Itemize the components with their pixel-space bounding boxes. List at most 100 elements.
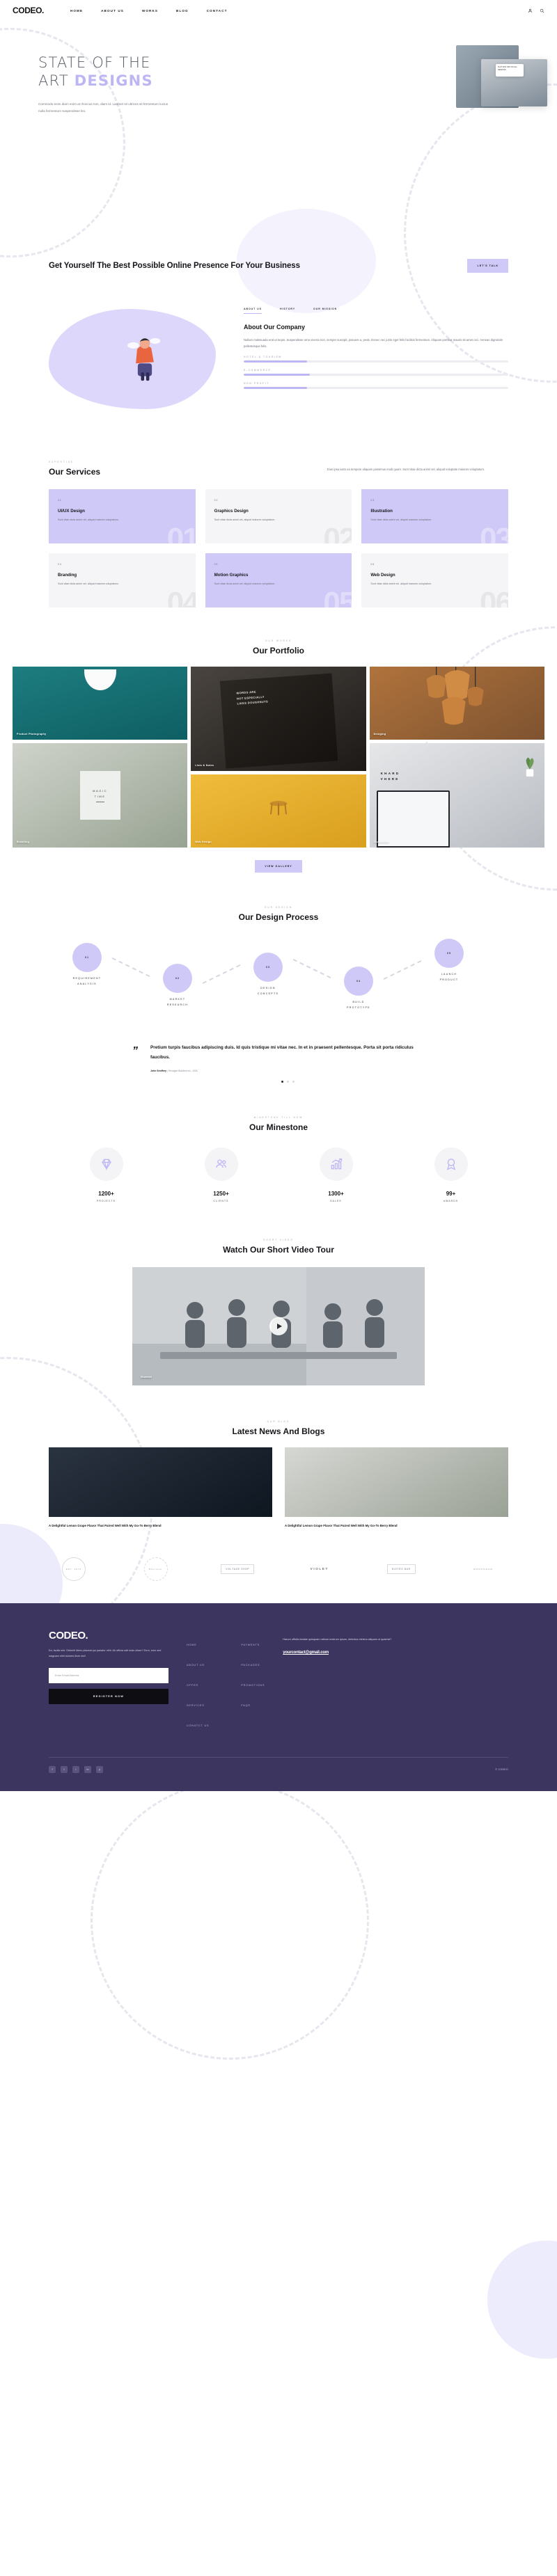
testimonial-author: John Geoffrey <box>150 1070 166 1073</box>
footer-link-about-us[interactable]: ABOUT US <box>187 1664 205 1667</box>
nav-item-contact[interactable]: CONTACT <box>207 9 228 13</box>
milestone-label: AWARDS <box>443 1200 459 1203</box>
carousel-dot-1[interactable] <box>281 1081 283 1083</box>
skill-hotel-tourism: HOTEL & TOURISM <box>244 356 508 363</box>
footer-logo[interactable]: CODEO. <box>49 1630 168 1641</box>
portfolio-title: Our Portfolio <box>253 646 304 655</box>
tab-about-us[interactable]: ABOUT US <box>244 308 262 314</box>
lets-talk-button[interactable]: LET'S TALK <box>467 259 508 273</box>
twitter-icon[interactable]: t <box>61 1765 68 1773</box>
milestone-section: MINESTONE TILL NOW Our Minestone 1200+ P… <box>0 1101 557 1223</box>
pendant-lamps-icon <box>426 667 484 725</box>
stool-shape-icon <box>269 801 288 816</box>
search-icon[interactable] <box>540 4 544 17</box>
portfolio-item-web-design[interactable]: Web Design <box>191 774 366 848</box>
footer-link-home[interactable]: HOME <box>187 1644 197 1646</box>
portfolio-item-label: Desiging <box>373 733 386 736</box>
footer-link-promotions[interactable]: PROMOTIONS <box>241 1684 265 1687</box>
service-ghost-number: 03 <box>480 522 508 544</box>
footer-link-packages[interactable]: PACKAGES <box>241 1664 260 1667</box>
footer-link-payments[interactable]: PAYMENTS <box>241 1644 260 1646</box>
nav-item-about-us[interactable]: ABOUT US <box>101 9 124 13</box>
service-ghost-number: 06 <box>480 586 508 608</box>
process-step-2[interactable]: 02 MARKET RESEARCH <box>163 964 192 1008</box>
nav-item-blog[interactable]: BLOG <box>176 9 189 13</box>
footer-link-services[interactable]: SERVICES <box>187 1704 205 1707</box>
process-step-label: LAUNCH PRODUCT <box>439 973 459 981</box>
bistro-bar-logo-icon: BISTRO BAR <box>387 1564 416 1574</box>
blog-post-title: A Delightful Lemon Grape Flavor That Pai… <box>49 1524 162 1528</box>
carousel-dot-3[interactable] <box>292 1081 295 1083</box>
instagram-icon[interactable]: i <box>72 1765 79 1773</box>
page-root: CODEO. HOME ABOUT US WORKS BLOG CONTACT … <box>0 0 557 2359</box>
tab-our-mission[interactable]: OUR MISSION <box>313 308 337 314</box>
service-number: 04 <box>58 563 62 566</box>
view-gallery-button[interactable]: VIEW GALLERY <box>255 860 302 873</box>
skill-progress-bar <box>244 360 508 363</box>
service-card-motion-graphics[interactable]: 05 Motion Graphics Sunt vitae dicta anim… <box>205 553 352 607</box>
process-step-3[interactable]: 03 DESIGN CONCEPTS <box>253 953 283 996</box>
plant-shape-icon <box>526 757 534 777</box>
service-name: Web Design <box>370 573 395 578</box>
service-number: 03 <box>370 499 375 502</box>
footer-link-faqs[interactable]: FAQS <box>241 1704 250 1707</box>
service-card-web-design[interactable]: 06 Web Design Sunt vitae dicta animi vel… <box>361 553 508 607</box>
process-step-1[interactable]: 01 REQUIREMENT ANALYSIS <box>72 943 102 987</box>
portfolio-grid: Product Photography MAGIC TIME Branding W… <box>0 667 557 848</box>
carousel-dot-2[interactable] <box>286 1081 289 1083</box>
about-content: ABOUT US HISTORY OUR MISSION About Our C… <box>244 303 508 390</box>
service-text: Sunt vitae dicta animi vel, aliquid maio… <box>214 518 276 521</box>
services-grid: 01 UI/UX Design Sunt vitae dicta animi v… <box>49 489 508 607</box>
service-card-ui-ux-design[interactable]: 01 UI/UX Design Sunt vitae dicta animi v… <box>49 489 196 543</box>
milestone-label: SALES <box>330 1200 342 1203</box>
video-player[interactable]: Showreel <box>132 1267 425 1386</box>
nav-item-home[interactable]: HOME <box>70 9 83 13</box>
footer-email-link[interactable]: yourcontact@gmail.com <box>283 1651 329 1655</box>
skill-progress-bar <box>244 374 508 376</box>
portfolio-item-branding[interactable]: MAGIC TIME Branding <box>13 743 188 848</box>
portfolio-item-lists-notes[interactable]: WORDS ARE NOT ESPECIALLY LIKES DOUGHNUTS L… <box>191 667 366 771</box>
milestone-label: PROJECTS <box>97 1200 116 1203</box>
hero-text-block: STATE OF THE ART DESIGNS Commodo enim di… <box>38 54 268 115</box>
nav-item-works[interactable]: WORKS <box>142 9 158 13</box>
portfolio-item-desiging[interactable]: Desiging <box>369 667 544 740</box>
footer-link-contact-us[interactable]: CONATCT US <box>187 1724 209 1727</box>
hero-title: STATE OF THE ART DESIGNS <box>38 54 268 90</box>
register-now-button[interactable]: REGISTER NOW <box>49 1688 168 1704</box>
footer-brand-column: CODEO. Ea, facilis sint. Deleniti libero… <box>49 1630 168 1738</box>
services-section: EXPERTISE Our Services Eius ipsa iusto e… <box>0 443 557 621</box>
blog-post-1[interactable]: A Delightful Lemon Grape Flavor That Pai… <box>49 1447 272 1529</box>
milestone-number: 1200+ <box>98 1191 114 1198</box>
video-eyebrow: SHORT VIDEO <box>263 1239 294 1242</box>
site-logo[interactable]: CODEO. <box>13 6 44 15</box>
play-button[interactable] <box>269 1317 288 1336</box>
tab-history[interactable]: HISTORY <box>280 308 295 314</box>
service-name: UI/UX Design <box>58 509 85 514</box>
skill-label: HOTEL & TOURISM <box>244 356 282 359</box>
email-subscribe-input[interactable] <box>49 1667 168 1683</box>
process-step-label: MARKET RESEARCH <box>166 998 189 1006</box>
blog-post-2[interactable]: A Delightful Lemon Grape Flavor That Pai… <box>285 1447 508 1529</box>
linkedin-icon[interactable]: in <box>84 1765 91 1773</box>
portfolio-item-illustration[interactable]: KHARD VHERE Illustration <box>369 743 544 848</box>
process-connector <box>111 957 150 978</box>
footer-link-offer[interactable]: OFFER <box>187 1684 198 1687</box>
process-step-4[interactable]: 04 BUILD PROTOTYPE <box>344 967 373 1010</box>
testimonial-quote: Pretium turpis faucibus adipiscing duis.… <box>150 1045 414 1060</box>
youtube-icon[interactable]: y <box>96 1765 103 1773</box>
user-icon[interactable] <box>528 4 533 17</box>
about-paragraph: Nullam malesuada erat ut turpis. Suspend… <box>244 338 503 349</box>
service-card-illustration[interactable]: 03 Illustration Sunt vitae dicta animi v… <box>361 489 508 543</box>
service-name: Graphics Design <box>214 509 249 514</box>
service-card-graphics-design[interactable]: 02 Graphics Design Sunt vitae dicta anim… <box>205 489 352 543</box>
facebook-icon[interactable]: f <box>49 1765 56 1773</box>
portfolio-item-product-photography[interactable]: Product Photography <box>13 667 188 740</box>
service-text: Sunt vitae dicta animi vel, aliquid maio… <box>58 518 119 521</box>
video-section: SHORT VIDEO Watch Our Short Video Tour S… <box>0 1223 557 1405</box>
service-card-branding[interactable]: 04 Branding Sunt vitae dicta animi vel, … <box>49 553 196 607</box>
process-step-5[interactable]: 05 LAUNCH PRODUCT <box>434 939 464 983</box>
hero-title-line2-plain: ART <box>38 72 74 89</box>
service-ghost-number: 04 <box>166 586 196 608</box>
process-step-number: 01 <box>72 943 102 972</box>
striped-logo-icon: MONOGRAM <box>473 1567 493 1571</box>
